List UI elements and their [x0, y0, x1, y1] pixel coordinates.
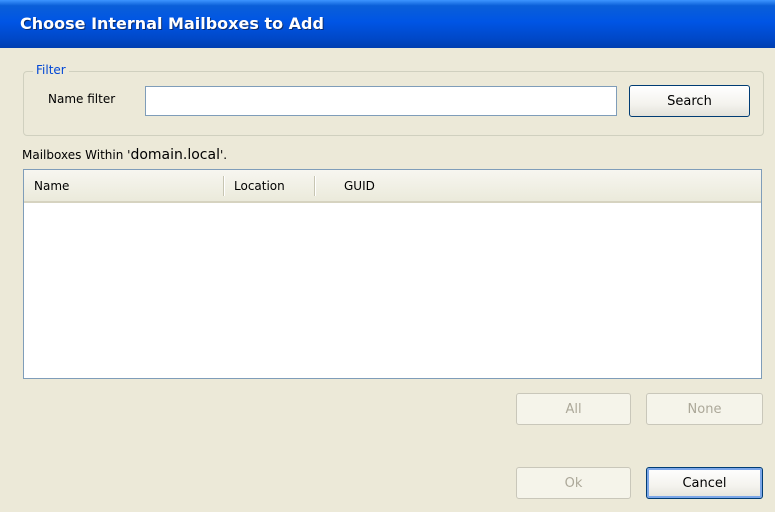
filter-group-label: Filter — [33, 63, 69, 77]
column-header-name[interactable]: Name — [24, 170, 223, 201]
ok-button[interactable]: Ok — [516, 467, 631, 499]
column-header-guid[interactable]: GUID — [334, 170, 454, 201]
mailboxes-heading-suffix: '. — [219, 148, 228, 162]
name-filter-input[interactable] — [145, 86, 617, 116]
column-divider[interactable] — [314, 176, 315, 196]
column-header-location[interactable]: Location — [224, 170, 314, 201]
cancel-button[interactable]: Cancel — [646, 467, 763, 499]
mailboxes-heading: Mailboxes Within 'domain.local'. — [22, 147, 227, 163]
title-bar[interactable]: Choose Internal Mailboxes to Add — [0, 0, 775, 48]
mailboxes-heading-prefix: Mailboxes Within ' — [22, 148, 131, 162]
mailbox-list[interactable]: Name Location GUID — [23, 169, 762, 379]
select-all-button[interactable]: All — [516, 393, 631, 425]
list-header: Name Location GUID — [24, 170, 761, 203]
select-none-button[interactable]: None — [646, 393, 763, 425]
dialog-window: Choose Internal Mailboxes to Add Filter … — [0, 0, 775, 512]
domain-name: domain.local — [130, 147, 220, 163]
name-filter-label: Name filter — [48, 92, 116, 106]
search-button[interactable]: Search — [629, 85, 750, 117]
dialog-title: Choose Internal Mailboxes to Add — [20, 14, 324, 33]
